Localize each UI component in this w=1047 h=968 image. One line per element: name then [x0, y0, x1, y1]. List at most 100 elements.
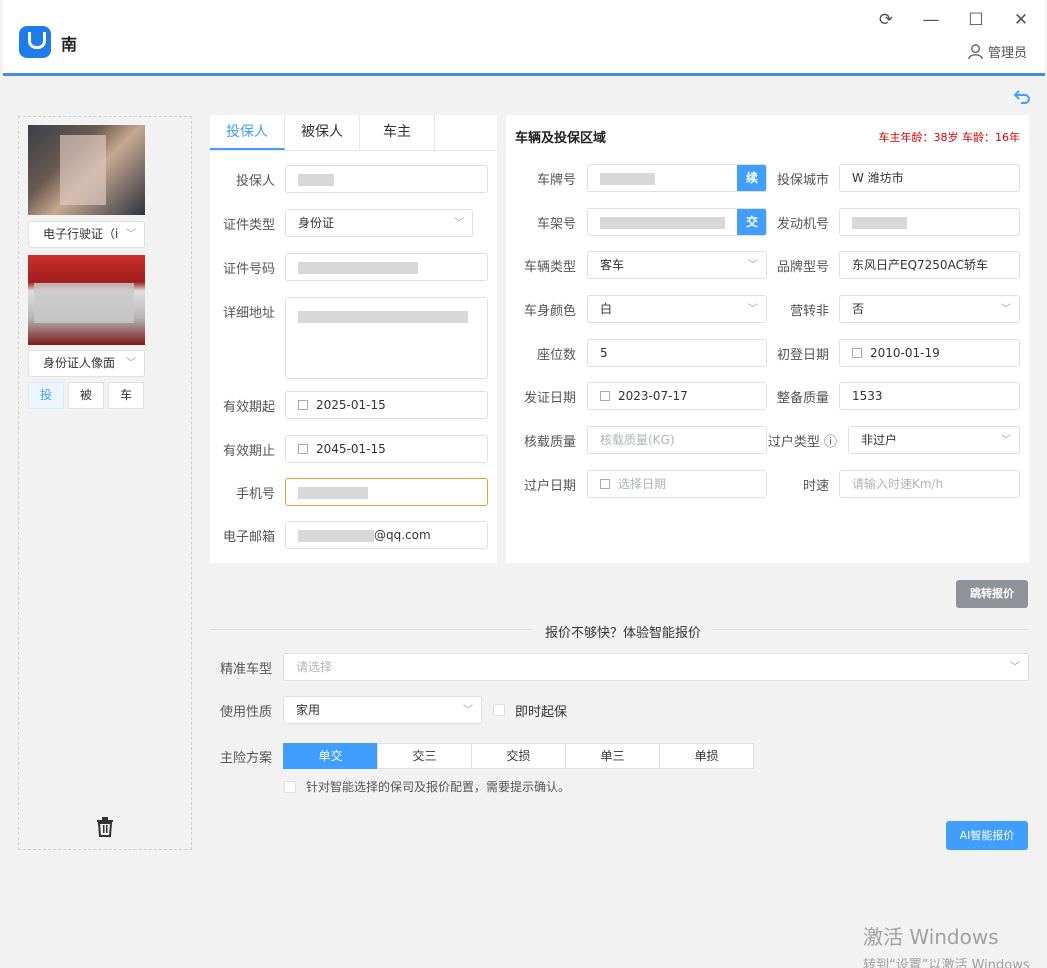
chevron-down-icon: ﹀ [463, 705, 473, 716]
ai-quote-button[interactable]: AI智能报价 [946, 821, 1028, 850]
plan-segmented-control: 单交 交三 交损 单三 单损 [283, 743, 754, 769]
vin-label: 车架号 [536, 216, 576, 232]
refresh-icon[interactable]: ⟳ [874, 10, 898, 30]
role-buttons: 投 被 车 [28, 382, 144, 409]
speed-label: 时速 [802, 478, 829, 494]
speed-input[interactable]: 请输入时速Km/h [839, 470, 1020, 498]
policyholder-name-input[interactable] [285, 165, 488, 193]
immediate-checkbox[interactable] [493, 704, 505, 716]
transfer-date-placeholder: 选择日期 [618, 477, 667, 491]
immediate-label: 即时起保 [515, 704, 568, 720]
tab-policyholder[interactable]: 投保人 [210, 115, 285, 150]
usage-select[interactable]: 家用 ﹀ [283, 696, 482, 724]
watermark-line-2: 转到“设置”以激活 Windows [863, 958, 1030, 968]
address-textarea[interactable] [285, 297, 488, 379]
compulsory-button[interactable]: 交 [737, 209, 766, 235]
valid-from-input[interactable]: 2025-01-15 [285, 391, 488, 419]
seats-input[interactable]: 5 [587, 339, 767, 367]
commercial-select[interactable]: 否 ﹀ [839, 295, 1020, 323]
doc-type-1-value: 电子行驶证（i [43, 227, 119, 241]
transfer-type-value: 非过户 [861, 433, 898, 447]
chevron-down-icon: ﹀ [748, 304, 758, 315]
user-icon [968, 44, 983, 60]
calendar-icon [298, 400, 308, 410]
chevron-down-icon: ﹀ [126, 358, 136, 369]
color-value: 白 [600, 302, 613, 316]
tab-insured[interactable]: 被保人 [285, 115, 360, 150]
person-info-card: 投保人 被保人 车主 投保人 证件类型 身份证 ﹀ 证件号码 详细地址 有效期起 [210, 115, 497, 563]
app-logo-icon [19, 26, 51, 58]
id-number-input[interactable] [285, 253, 488, 281]
policyholder-label: 投保人 [235, 173, 275, 189]
role-button-owner[interactable]: 车 [108, 382, 144, 409]
id-type-select[interactable]: 身份证 ﹀ [285, 209, 473, 237]
calendar-icon [600, 479, 610, 489]
id-type-value: 身份证 [298, 216, 335, 230]
renew-button[interactable]: 续 [737, 165, 766, 191]
plan-option-compulsory-third[interactable]: 交三 [377, 743, 472, 769]
minimize-icon[interactable]: — [919, 10, 943, 30]
app-title: 南 [61, 35, 78, 54]
transfer-date-input[interactable]: 选择日期 [587, 470, 767, 498]
load-input[interactable]: 核载质量(KG) [587, 426, 767, 454]
email-label: 电子邮箱 [222, 529, 275, 545]
model-label: 精准车型 [219, 661, 272, 677]
plan-option-single-damage[interactable]: 单损 [659, 743, 754, 769]
tab-owner[interactable]: 车主 [360, 115, 435, 150]
confirm-checkbox[interactable] [284, 780, 296, 793]
reg-date-input[interactable]: 2010-01-19 [839, 339, 1020, 367]
city-select[interactable]: W 潍坊市 [839, 164, 1020, 192]
chevron-down-icon: ﹀ [454, 218, 464, 229]
model-select[interactable]: 请选择 ﹀ [283, 653, 1029, 681]
id-card-photo[interactable] [28, 255, 145, 345]
undo-icon[interactable] [1013, 87, 1031, 105]
doc-type-select-2[interactable]: 身份证人像面 ﹀ [28, 350, 145, 377]
user-menu[interactable]: 管理员 [967, 42, 1027, 61]
valid-to-value: 2045-01-15 [316, 442, 386, 456]
chevron-down-icon: ﹀ [1001, 304, 1011, 315]
title-bar: 南 ⟳ — ☐ ✕ 管理员 [3, 0, 1045, 76]
weight-input[interactable]: 1533 [839, 382, 1020, 410]
phone-label: 手机号 [235, 486, 275, 502]
valid-to-input[interactable]: 2045-01-15 [285, 435, 488, 463]
transfer-type-select[interactable]: 非过户 ﹀ [848, 426, 1020, 454]
chevron-down-icon: ﹀ [126, 229, 136, 240]
email-input[interactable]: @qq.com [285, 521, 488, 549]
jump-to-quote-button[interactable]: 跳转报价 [956, 580, 1028, 608]
person-tabs: 投保人 被保人 车主 [210, 115, 497, 151]
issue-date-input[interactable]: 2023-07-17 [587, 382, 767, 410]
plan-option-single-compulsory[interactable]: 单交 [283, 743, 378, 769]
info-icon[interactable]: ⓘ [824, 435, 837, 450]
maximize-icon[interactable]: ☐ [964, 10, 988, 30]
issue-date-value: 2023-07-17 [618, 389, 688, 403]
phone-input[interactable] [285, 478, 488, 506]
vin-input[interactable]: 交 [587, 208, 767, 236]
user-name: 管理员 [987, 46, 1027, 61]
engine-input[interactable] [839, 208, 1020, 236]
plan-option-single-third[interactable]: 单三 [565, 743, 660, 769]
plan-option-compulsory-damage[interactable]: 交损 [471, 743, 566, 769]
close-icon[interactable]: ✕ [1009, 10, 1033, 30]
plate-label: 车牌号 [536, 172, 576, 188]
brand-label: 品牌型号 [776, 259, 829, 275]
address-label: 详细地址 [222, 306, 275, 321]
license-photo[interactable] [28, 125, 145, 215]
vehicle-type-select[interactable]: 客车 ﹀ [587, 251, 767, 279]
plate-input[interactable]: 续 [587, 164, 767, 192]
valid-from-value: 2025-01-15 [316, 398, 386, 412]
color-select[interactable]: 白 ﹀ [587, 295, 767, 323]
email-value: @qq.com [374, 528, 431, 542]
main-area: 电子行驶证（i ﹀ 身份证人像面 ﹀ 投 被 车 投保人 被保人 车主 投保人 … [3, 79, 1045, 968]
role-button-policyholder[interactable]: 投 [28, 382, 64, 409]
weight-label: 整备质量 [776, 390, 829, 406]
transfer-date-label: 过户日期 [523, 478, 576, 494]
role-button-insured[interactable]: 被 [68, 382, 104, 409]
doc-type-2-value: 身份证人像面 [43, 356, 116, 370]
trash-icon[interactable] [96, 817, 114, 837]
seats-label: 座位数 [536, 347, 576, 363]
usage-label: 使用性质 [219, 704, 272, 720]
vehicle-card-title: 车辆及投保区域 [515, 131, 607, 146]
doc-type-select-1[interactable]: 电子行驶证（i ﹀ [28, 221, 145, 248]
valid-from-label: 有效期起 [222, 399, 275, 415]
brand-input[interactable]: 东风日产EQ7250AC轿车 [839, 251, 1020, 279]
